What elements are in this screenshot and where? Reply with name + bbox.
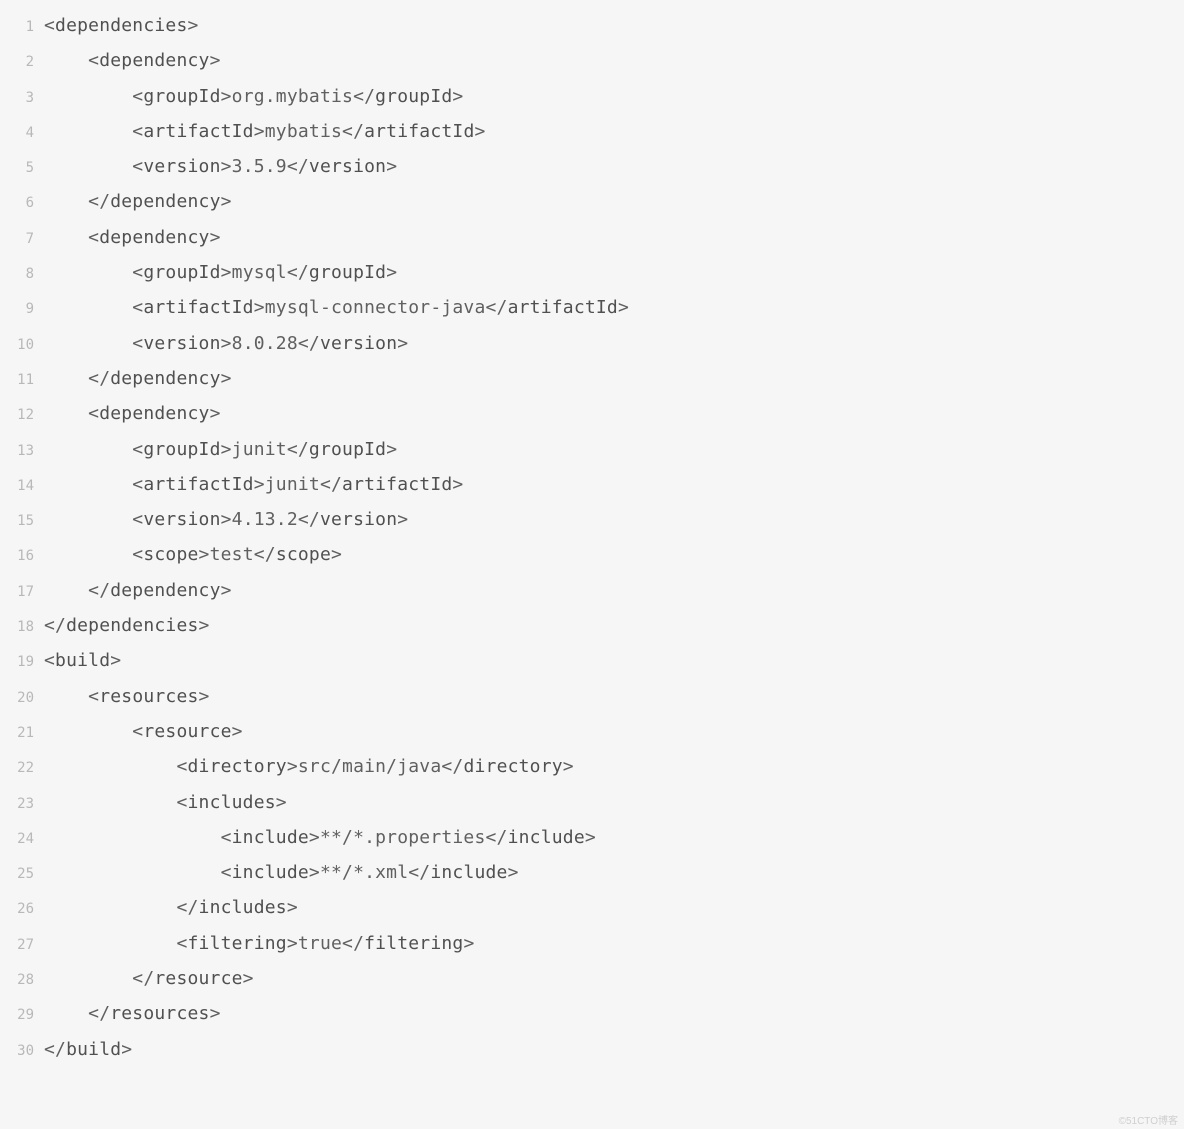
code-content: <include>**/*.properties</include> [44, 820, 596, 855]
code-content: <version>8.0.28</version> [44, 326, 408, 361]
line-number: 11 [0, 363, 44, 398]
code-line: 23 <includes> [0, 785, 1184, 820]
code-line: 18</dependencies> [0, 608, 1184, 643]
code-content: <groupId>mysql</groupId> [44, 255, 397, 290]
code-content: <groupId>junit</groupId> [44, 432, 397, 467]
code-line: 29 </resources> [0, 996, 1184, 1031]
code-content: <groupId>org.mybatis</groupId> [44, 79, 463, 114]
code-content: </resources> [44, 996, 221, 1031]
line-number: 24 [0, 822, 44, 857]
code-content: <resource> [44, 714, 243, 749]
code-line: 13 <groupId>junit</groupId> [0, 432, 1184, 467]
code-content: <includes> [44, 785, 287, 820]
line-number: 5 [0, 151, 44, 186]
code-content: <artifactId>junit</artifactId> [44, 467, 463, 502]
line-number: 15 [0, 504, 44, 539]
line-number: 17 [0, 575, 44, 610]
code-content: <artifactId>mysql-connector-java</artifa… [44, 290, 629, 325]
code-line: 21 <resource> [0, 714, 1184, 749]
line-number: 30 [0, 1034, 44, 1069]
code-content: </resource> [44, 961, 254, 996]
code-content: </includes> [44, 890, 298, 925]
line-number: 18 [0, 610, 44, 645]
line-number: 3 [0, 81, 44, 116]
line-number: 22 [0, 751, 44, 786]
code-content: <dependency> [44, 220, 221, 255]
code-line: 14 <artifactId>junit</artifactId> [0, 467, 1184, 502]
line-number: 16 [0, 539, 44, 574]
line-number: 29 [0, 998, 44, 1033]
code-line: 6 </dependency> [0, 184, 1184, 219]
code-content: <build> [44, 643, 121, 678]
code-content: <dependency> [44, 396, 221, 431]
code-content: </dependency> [44, 361, 232, 396]
code-line: 27 <filtering>true</filtering> [0, 926, 1184, 961]
line-number: 23 [0, 787, 44, 822]
line-number: 27 [0, 928, 44, 963]
code-content: <filtering>true</filtering> [44, 926, 475, 961]
code-line: 30</build> [0, 1032, 1184, 1067]
code-line: 5 <version>3.5.9</version> [0, 149, 1184, 184]
line-number: 2 [0, 45, 44, 80]
code-line: 4 <artifactId>mybatis</artifactId> [0, 114, 1184, 149]
line-number: 13 [0, 434, 44, 469]
code-line: 20 <resources> [0, 679, 1184, 714]
line-number: 26 [0, 892, 44, 927]
code-content: </dependency> [44, 184, 232, 219]
code-content: <version>4.13.2</version> [44, 502, 408, 537]
code-content: <scope>test</scope> [44, 537, 342, 572]
code-content: <directory>src/main/java</directory> [44, 749, 574, 784]
line-number: 6 [0, 186, 44, 221]
code-content: <version>3.5.9</version> [44, 149, 397, 184]
line-number: 1 [0, 10, 44, 45]
code-content: <include>**/*.xml</include> [44, 855, 519, 890]
code-line: 28 </resource> [0, 961, 1184, 996]
code-line: 10 <version>8.0.28</version> [0, 326, 1184, 361]
line-number: 12 [0, 398, 44, 433]
code-block: 1<dependencies>2 <dependency>3 <groupId>… [0, 8, 1184, 1067]
line-number: 21 [0, 716, 44, 751]
line-number: 9 [0, 292, 44, 327]
code-content: </dependency> [44, 573, 232, 608]
code-line: 9 <artifactId>mysql-connector-java</arti… [0, 290, 1184, 325]
code-line: 25 <include>**/*.xml</include> [0, 855, 1184, 890]
line-number: 20 [0, 681, 44, 716]
line-number: 10 [0, 328, 44, 363]
code-content: </dependencies> [44, 608, 210, 643]
line-number: 8 [0, 257, 44, 292]
code-line: 22 <directory>src/main/java</directory> [0, 749, 1184, 784]
code-line: 7 <dependency> [0, 220, 1184, 255]
line-number: 25 [0, 857, 44, 892]
code-content: <dependency> [44, 43, 221, 78]
code-line: 24 <include>**/*.properties</include> [0, 820, 1184, 855]
code-line: 26 </includes> [0, 890, 1184, 925]
line-number: 7 [0, 222, 44, 257]
code-content: <dependencies> [44, 8, 199, 43]
code-line: 3 <groupId>org.mybatis</groupId> [0, 79, 1184, 114]
line-number: 4 [0, 116, 44, 151]
watermark: ©51CTO博客 [1119, 1112, 1178, 1127]
line-number: 28 [0, 963, 44, 998]
code-content: </build> [44, 1032, 132, 1067]
code-line: 12 <dependency> [0, 396, 1184, 431]
code-line: 17 </dependency> [0, 573, 1184, 608]
code-line: 11 </dependency> [0, 361, 1184, 396]
code-content: <resources> [44, 679, 210, 714]
code-line: 2 <dependency> [0, 43, 1184, 78]
code-line: 16 <scope>test</scope> [0, 537, 1184, 572]
line-number: 14 [0, 469, 44, 504]
line-number: 19 [0, 645, 44, 680]
code-content: <artifactId>mybatis</artifactId> [44, 114, 486, 149]
code-line: 19<build> [0, 643, 1184, 678]
code-line: 8 <groupId>mysql</groupId> [0, 255, 1184, 290]
code-line: 1<dependencies> [0, 8, 1184, 43]
code-line: 15 <version>4.13.2</version> [0, 502, 1184, 537]
